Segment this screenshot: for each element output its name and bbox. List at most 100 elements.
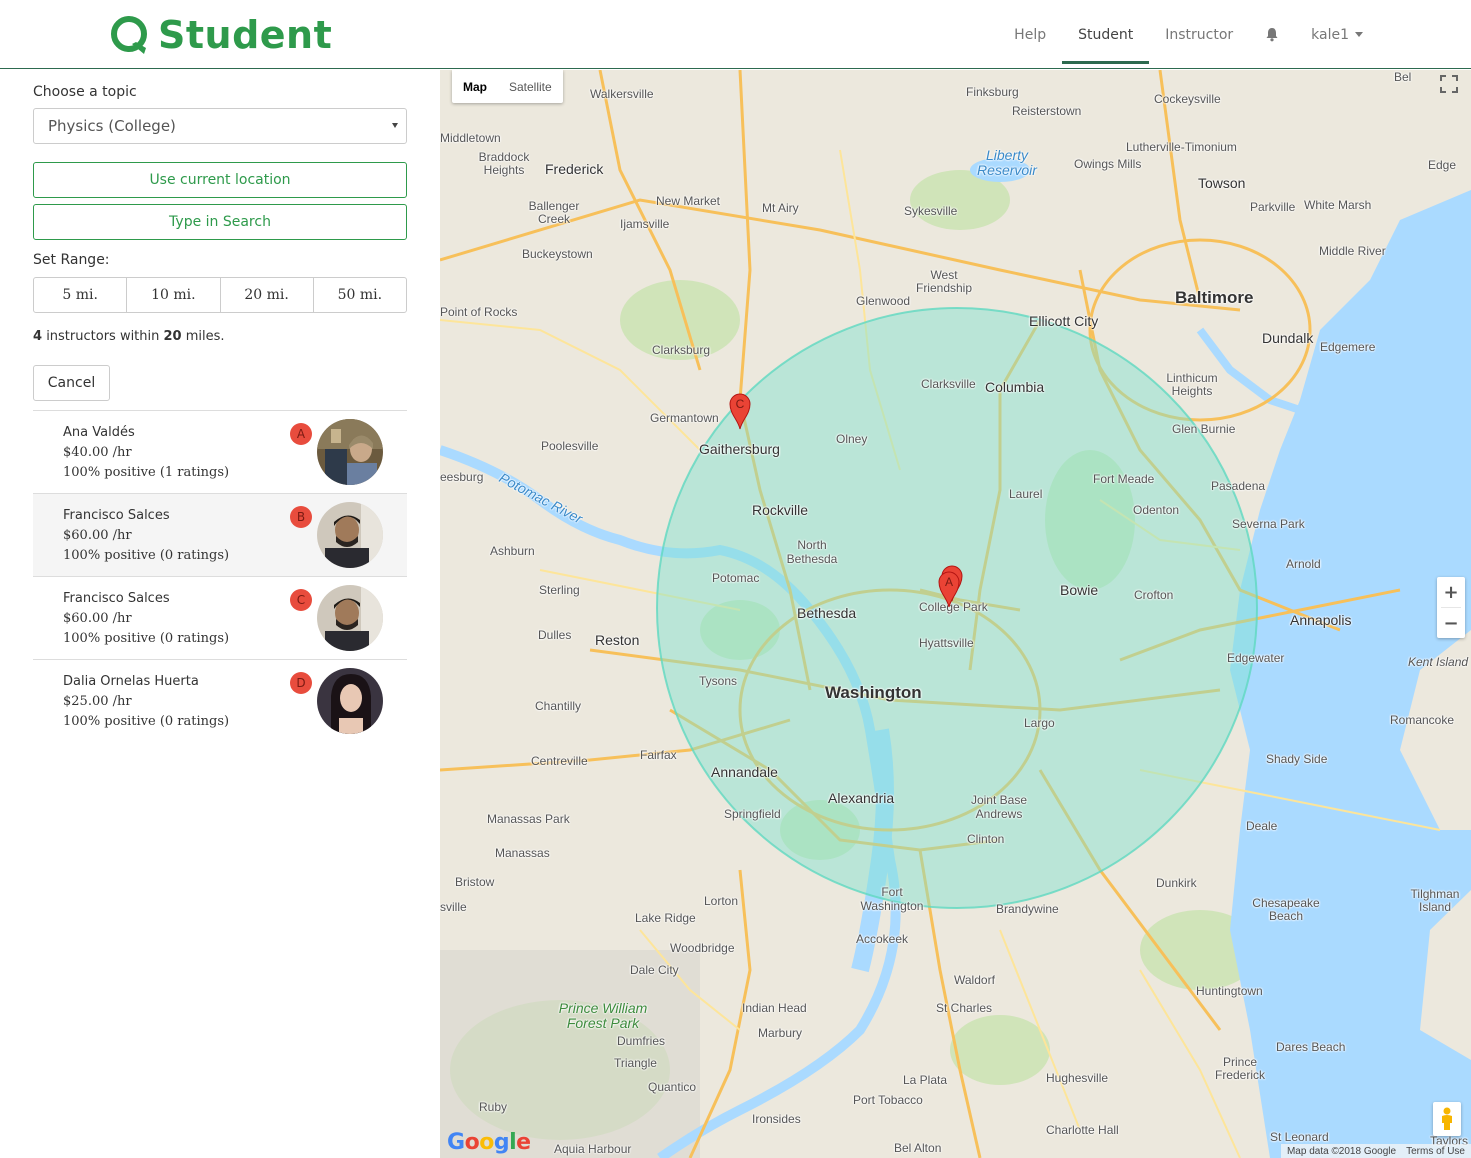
map-label-laurel: Laurel <box>1009 487 1043 501</box>
user-menu[interactable]: kale1 <box>1295 0 1471 69</box>
map-type-control: Map Satellite <box>452 70 563 103</box>
nav-instructor[interactable]: Instructor <box>1149 0 1249 69</box>
map-label-ruby: Ruby <box>479 1100 508 1114</box>
street-view-button[interactable] <box>1433 1102 1461 1136</box>
nav-student[interactable]: Student <box>1062 0 1150 69</box>
instructor-rating: 100% positive (0 ratings) <box>63 714 230 729</box>
notifications-button[interactable] <box>1249 0 1295 69</box>
use-current-location-button[interactable]: Use current location <box>33 162 407 198</box>
chevron-down-icon <box>1355 32 1363 37</box>
map-label-la-plata: La Plata <box>903 1073 948 1087</box>
map-label-liberty-reservoir: Liberty Reservoir <box>977 147 1037 178</box>
zoom-out-button[interactable]: − <box>1437 608 1465 638</box>
avatar <box>317 585 383 651</box>
map-label-ellicott-city: Ellicott City <box>1029 313 1099 329</box>
map-label-braddock-heights: Braddock Heights <box>478 150 530 177</box>
map-label-dumfries: Dumfries <box>617 1034 666 1048</box>
map-label-finksburg: Finksburg <box>966 85 1019 99</box>
instructor-list: Ana Valdés $40.00 /hr 100% positive (1 r… <box>33 410 407 743</box>
user-name: kale1 <box>1311 26 1349 43</box>
cancel-button[interactable]: Cancel <box>33 365 110 401</box>
instructor-name: Dalia Ornelas Huerta <box>63 674 199 689</box>
map-label-accokeek: Accokeek <box>856 932 909 946</box>
nav-help[interactable]: Help <box>998 0 1062 69</box>
range-button-group: 5 mi. 10 mi. 20 mi. 50 mi. <box>33 277 407 313</box>
map-label-clarksville: Clarksville <box>921 377 976 391</box>
results-count: 4 <box>33 329 43 344</box>
type-in-search-button[interactable]: Type in Search <box>33 204 407 240</box>
results-summary: 4 instructors within 20 miles. <box>33 329 225 344</box>
map-label-edgemere: Edgemere <box>1320 340 1376 354</box>
marker-badge: C <box>290 589 312 611</box>
instructor-rate: $60.00 /hr <box>63 611 132 626</box>
map-label-kent-island: Kent Island <box>1408 655 1469 669</box>
map-label-st-leonard: St Leonard <box>1270 1130 1329 1144</box>
avatar <box>317 419 383 485</box>
map-label-reisterstown: Reisterstown <box>1012 104 1082 118</box>
map-label-fort-meade: Fort Meade <box>1093 472 1155 486</box>
map-label-gaithersburg: Gaithersburg <box>699 441 780 457</box>
map-label-reston: Reston <box>595 632 640 648</box>
map-label-ballenger-creek: Ballenger Creek <box>528 199 580 226</box>
map-type-map-button[interactable]: Map <box>452 70 498 103</box>
map-label-annandale: Annandale <box>711 764 778 780</box>
terms-of-use-link[interactable]: Terms of Use <box>1406 1146 1465 1157</box>
brand-logo-icon <box>111 16 147 54</box>
google-logo-letter: o <box>479 1130 494 1155</box>
map-label-point-of-rocks: Point of Rocks <box>440 305 518 319</box>
map-label-sterling: Sterling <box>539 583 580 597</box>
instructor-rate: $25.00 /hr <box>63 694 132 709</box>
map-type-satellite-button[interactable]: Satellite <box>498 70 563 103</box>
map-label-dundalk: Dundalk <box>1262 330 1314 346</box>
map-view[interactable]: Baltimore Washington Columbia Alexandria… <box>440 70 1471 1158</box>
map-label-clarksburg: Clarksburg <box>652 343 711 357</box>
map-label-north-bethesda: North Bethesda <box>786 538 838 566</box>
map-label-parkville: Parkville <box>1250 200 1296 214</box>
results-summary-text: instructors within <box>46 329 160 344</box>
zoom-in-button[interactable]: + <box>1437 577 1465 607</box>
map-label-edgewater: Edgewater <box>1227 651 1285 665</box>
map-label-shady-side: Shady Side <box>1266 752 1328 766</box>
instructor-name: Francisco Salces <box>63 508 170 523</box>
map-label-clinton: Clinton <box>967 832 1005 846</box>
instructor-row-a[interactable]: Ana Valdés $40.00 /hr 100% positive (1 r… <box>33 411 407 494</box>
google-logo-letter: e <box>516 1130 531 1155</box>
fullscreen-button[interactable] <box>1433 70 1465 98</box>
map-label-odenton: Odenton <box>1133 503 1180 517</box>
map-label-fort-washington: Fort Washington <box>860 885 924 913</box>
map-label-bowie: Bowie <box>1060 582 1099 598</box>
instructor-row-b[interactable]: Francisco Salces $60.00 /hr 100% positiv… <box>33 494 407 577</box>
range-5-button[interactable]: 5 mi. <box>33 277 128 313</box>
dropdown-arrow-icon <box>392 123 398 128</box>
brand[interactable]: Student <box>108 10 332 60</box>
instructor-rate: $40.00 /hr <box>63 445 132 460</box>
search-sidebar: Choose a topic Physics (College) Use cur… <box>0 70 440 1158</box>
map-label-sville: sville <box>440 900 467 914</box>
instructor-row-d[interactable]: Dalia Ornelas Huerta $25.00 /hr 100% pos… <box>33 660 407 743</box>
map-label-linthicum-heights: Linthicum Heights <box>1166 371 1218 398</box>
zoom-control: + − <box>1437 577 1465 638</box>
range-50-button[interactable]: 50 mi. <box>312 277 407 313</box>
instructor-row-c[interactable]: Francisco Salces $60.00 /hr 100% positiv… <box>33 577 407 660</box>
marker-badge: A <box>290 423 312 445</box>
range-20-button[interactable]: 20 mi. <box>219 277 314 313</box>
google-logo-letter: G <box>447 1130 465 1155</box>
map-label-severna-park: Severna Park <box>1232 517 1305 531</box>
map-label-brandywine: Brandywine <box>996 902 1059 916</box>
marker-badge: D <box>290 672 312 694</box>
map-label-washington: Washington <box>825 683 922 702</box>
map-attribution: Map data ©2018 Google Terms of Use <box>1280 1144 1471 1158</box>
map-marker-a[interactable]: A <box>937 570 961 608</box>
map-label-marbury: Marbury <box>758 1026 803 1040</box>
topic-select[interactable]: Physics (College) <box>33 108 407 144</box>
map-label-largo: Largo <box>1024 716 1055 730</box>
map-label-walkersville: Walkersville <box>590 87 654 101</box>
map-label-poolesville: Poolesville <box>541 439 599 453</box>
instructor-name: Francisco Salces <box>63 591 170 606</box>
avatar <box>317 668 383 734</box>
map-data-attribution: Map data ©2018 Google <box>1286 1145 1397 1157</box>
map-marker-c[interactable]: C <box>728 392 752 430</box>
topic-label: Choose a topic <box>33 84 137 100</box>
range-10-button[interactable]: 10 mi. <box>126 277 221 313</box>
instructor-name: Ana Valdés <box>63 425 135 440</box>
